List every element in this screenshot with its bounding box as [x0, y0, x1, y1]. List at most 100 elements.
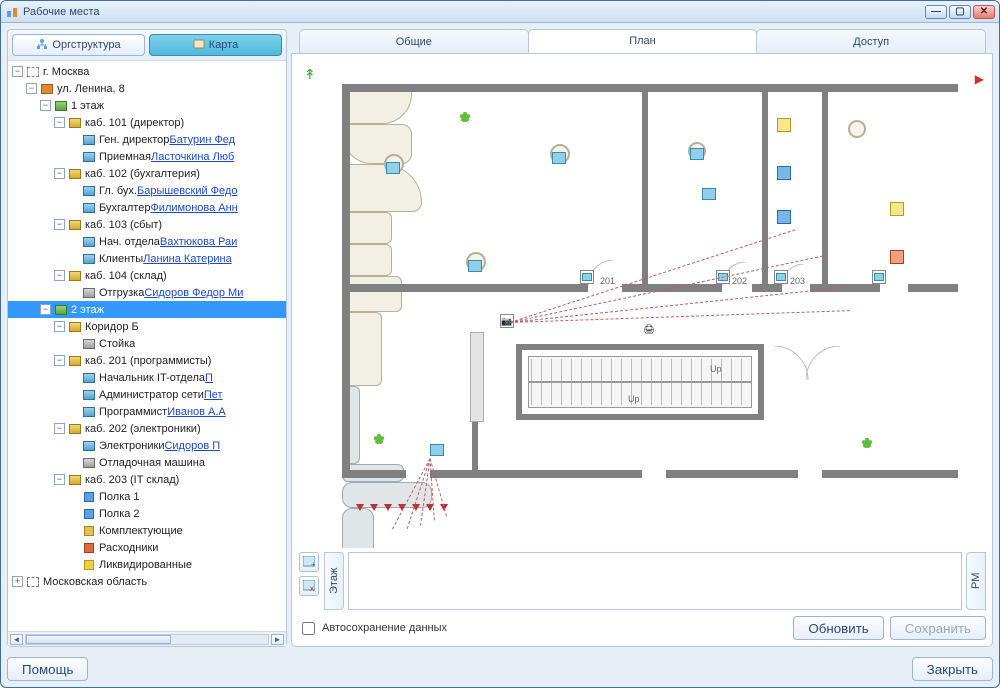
tree-row[interactable]: Приемная Ласточкина Люб — [8, 148, 286, 165]
vert-tab-floor[interactable]: Этаж — [324, 552, 344, 610]
person-link[interactable]: Сидоров Федор Ми — [144, 287, 243, 299]
tree-row[interactable]: −каб. 203 (IT склад) — [8, 471, 286, 488]
expand-spacer — [68, 185, 79, 196]
tree-row[interactable]: Бухгалтер Филимонова Анн — [8, 199, 286, 216]
tree-row[interactable]: Нач. отдела Вахтюкова Раи — [8, 233, 286, 250]
refresh-button[interactable]: Обновить — [793, 616, 883, 640]
tree-row[interactable]: Полка 2 — [8, 505, 286, 522]
tree-hscroll[interactable]: ◄ ► — [8, 631, 286, 646]
tab-plan[interactable]: План — [528, 29, 758, 53]
tab-map[interactable]: Карта — [149, 34, 282, 56]
tree-row[interactable]: Расходники — [8, 539, 286, 556]
min-button[interactable]: — — [925, 5, 947, 19]
tree-row[interactable]: −ул. Ленина, 8 — [8, 80, 286, 97]
tree-row[interactable]: Отгрузка Сидоров Федор Ми — [8, 284, 286, 301]
workstation-icon[interactable] — [580, 270, 594, 284]
printer-icon[interactable]: 🖨 — [642, 322, 656, 336]
scroll-right-icon[interactable]: ► — [271, 634, 284, 645]
tree-row[interactable]: −каб. 103 (сбыт) — [8, 216, 286, 233]
shelf-icon[interactable] — [777, 210, 791, 224]
left-tabs: Оргструктура Карта — [8, 30, 286, 61]
right-arrow-icon[interactable]: ▶ — [975, 72, 984, 86]
tree-row[interactable]: Ликвидированные — [8, 556, 286, 573]
tree-row[interactable]: Администратор сети Пет — [8, 386, 286, 403]
add-image-button[interactable]: + — [299, 552, 319, 572]
collapse-icon[interactable]: − — [54, 321, 65, 332]
collapse-icon[interactable]: − — [26, 83, 37, 94]
workstation-icon[interactable] — [774, 270, 788, 284]
person-link[interactable]: Иванов А.А — [167, 406, 226, 418]
close-dialog-button[interactable]: Закрыть — [912, 657, 993, 681]
close-button[interactable]: ✕ — [973, 5, 995, 19]
person-link[interactable]: П — [205, 372, 213, 384]
help-button[interactable]: Помощь — [7, 657, 88, 681]
floor-plan[interactable]: ↟ ▶ — [298, 60, 986, 548]
tree-row[interactable]: Комплектующие — [8, 522, 286, 539]
tree-row[interactable]: −г. Москва — [8, 63, 286, 80]
collapse-icon[interactable]: − — [12, 66, 23, 77]
tree-row[interactable]: Электроники Сидоров П — [8, 437, 286, 454]
collapse-icon[interactable]: − — [40, 304, 51, 315]
person-link[interactable]: Сидоров П — [164, 440, 220, 452]
max-button[interactable]: ▢ — [949, 5, 971, 19]
up-arrow-icon[interactable]: ↟ — [304, 66, 316, 83]
workstation-icon[interactable] — [872, 270, 886, 284]
expand-icon[interactable]: + — [12, 576, 23, 587]
remove-image-button[interactable]: x — [299, 576, 319, 596]
tree-row[interactable]: Стойка — [8, 335, 286, 352]
person-link[interactable]: Ланина Катерина — [143, 253, 232, 265]
scroll-thumb[interactable] — [26, 635, 171, 644]
tree-row[interactable]: Ген. директор Батурин Фед — [8, 131, 286, 148]
plan-thumb-strip[interactable] — [348, 552, 962, 610]
collapse-icon[interactable]: − — [54, 474, 65, 485]
tree-row[interactable]: Программист Иванов А.А — [8, 403, 286, 420]
location-tree[interactable]: −г. Москва−ул. Ленина, 8−1 этаж−каб. 101… — [8, 61, 286, 631]
tree-row[interactable]: −каб. 201 (программисты) — [8, 352, 286, 369]
expand-spacer — [68, 508, 79, 519]
tree-row[interactable]: −2 этаж — [8, 301, 286, 318]
tree-row[interactable]: Полка 1 — [8, 488, 286, 505]
person-link[interactable]: Пет — [204, 389, 223, 401]
tree-row[interactable]: Клиенты Ланина Катерина — [8, 250, 286, 267]
collapse-icon[interactable]: − — [54, 355, 65, 366]
tree-row[interactable]: −каб. 202 (электроники) — [8, 420, 286, 437]
scroll-track[interactable] — [25, 634, 269, 645]
tree-row[interactable]: Гл. бух. Барышевский Федо — [8, 182, 286, 199]
tree-node-label: Полка 2 — [99, 508, 140, 520]
tree-row[interactable]: Отладочная машина — [8, 454, 286, 471]
server-icon — [82, 338, 96, 350]
person-link[interactable]: Батурин Фед — [169, 134, 235, 146]
tree-row[interactable]: +Московская область — [8, 573, 286, 590]
tree-row[interactable]: Начальник IT-отдела П — [8, 369, 286, 386]
save-button[interactable]: Сохранить — [890, 616, 986, 640]
disposed-icon[interactable] — [890, 250, 904, 264]
collapse-icon[interactable]: − — [54, 117, 65, 128]
scroll-left-icon[interactable]: ◄ — [10, 634, 23, 645]
person-link[interactable]: Филимонова Анн — [150, 202, 237, 214]
collapse-icon[interactable]: − — [54, 219, 65, 230]
tree-row[interactable]: −1 этаж — [8, 97, 286, 114]
window-buttons: — ▢ ✕ — [925, 5, 995, 19]
tree-row[interactable]: −каб. 101 (директор) — [8, 114, 286, 131]
shelf-icon[interactable] — [777, 166, 791, 180]
person-link[interactable]: Ласточкина Люб — [151, 151, 234, 163]
tab-common[interactable]: Общие — [299, 29, 529, 53]
pc-icon — [82, 406, 96, 418]
person-link[interactable]: Вахтюкова Раи — [160, 236, 237, 248]
collapse-icon[interactable]: − — [54, 168, 65, 179]
collapse-icon[interactable]: − — [54, 423, 65, 434]
box-icon[interactable] — [890, 202, 904, 216]
tree-row[interactable]: −Коридор Б — [8, 318, 286, 335]
vert-tab-rm[interactable]: РМ — [966, 552, 986, 610]
tab-orgstructure[interactable]: Оргструктура — [12, 34, 145, 56]
tree-row[interactable]: −каб. 104 (склад) — [8, 267, 286, 284]
autosave-checkbox[interactable]: Автосохранение данных — [298, 619, 447, 638]
autosave-input[interactable] — [302, 622, 315, 635]
person-link[interactable]: Барышевский Федо — [137, 185, 237, 197]
tree-row[interactable]: −каб. 102 (бухгалтерия) — [8, 165, 286, 182]
expand-spacer — [68, 542, 79, 553]
collapse-icon[interactable]: − — [54, 270, 65, 281]
box-icon[interactable] — [777, 118, 791, 132]
tab-access[interactable]: Доступ — [756, 29, 986, 53]
collapse-icon[interactable]: − — [40, 100, 51, 111]
